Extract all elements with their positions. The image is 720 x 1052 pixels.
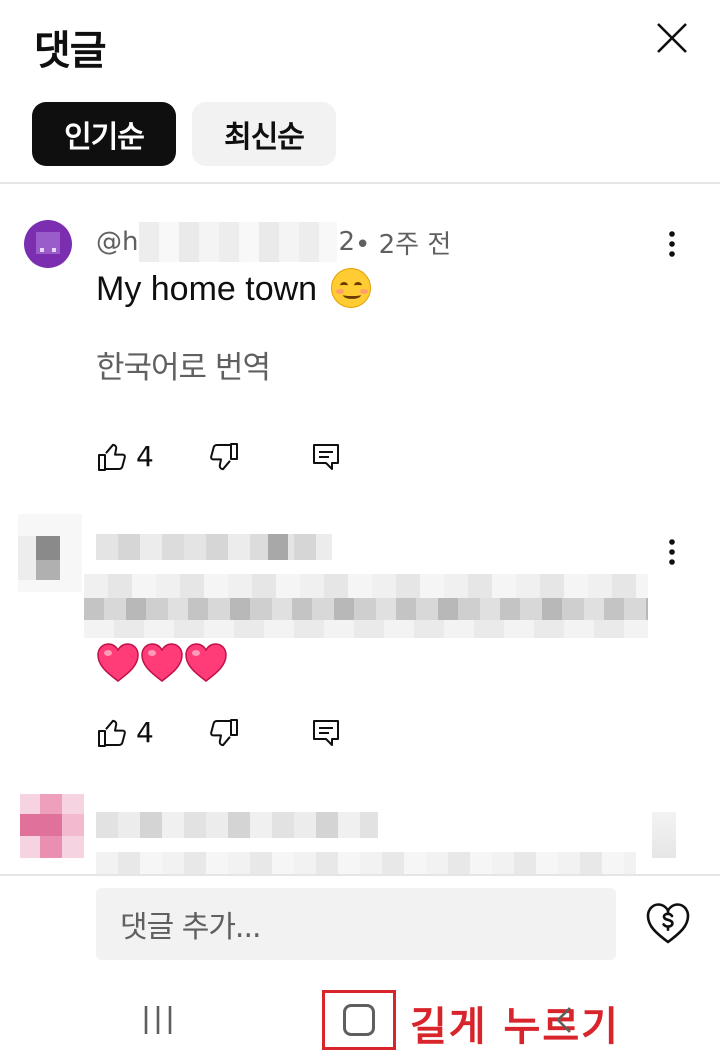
avatar[interactable] xyxy=(24,220,72,268)
reply-icon xyxy=(312,719,339,746)
close-button[interactable] xyxy=(652,18,692,58)
comment-author-suffix[interactable]: 2 xyxy=(338,227,355,257)
add-comment-input[interactable]: 댓글 추가... xyxy=(96,888,616,960)
redacted-handle xyxy=(96,534,332,560)
recent-apps-icon xyxy=(144,1006,172,1034)
back-button[interactable] xyxy=(552,1004,576,1036)
thumbs-down-icon xyxy=(209,442,238,470)
comment-actions: 4 xyxy=(96,440,342,473)
smiling-face-emoji xyxy=(330,268,371,308)
long-press-annotation: 길게 누르기 xyxy=(410,1004,620,1050)
thumbs-up-icon xyxy=(98,443,126,471)
heart-dollar-icon xyxy=(646,903,690,944)
heart-icon xyxy=(140,642,184,684)
redacted-handle xyxy=(96,812,378,838)
redacted-handle xyxy=(139,222,338,262)
comment-meta: @h 2 • 2주 전 xyxy=(96,222,452,262)
comment-body: My home town xyxy=(96,270,318,308)
comment-actions: 4 xyxy=(96,716,342,749)
redacted-avatar xyxy=(20,794,84,858)
redacted-comment-text xyxy=(84,574,648,638)
comment-author-prefix[interactable]: @h xyxy=(96,227,138,257)
panel-title: 댓글 xyxy=(34,28,107,74)
reply-button[interactable] xyxy=(310,717,342,749)
redacted-more xyxy=(652,812,676,858)
home-icon xyxy=(343,1004,375,1036)
redacted-avatar xyxy=(18,514,82,592)
dislike-button[interactable] xyxy=(208,441,240,473)
dislike-button[interactable] xyxy=(208,717,240,749)
like-count: 4 xyxy=(136,716,154,749)
reply-button[interactable] xyxy=(310,441,342,473)
like-button[interactable]: 4 xyxy=(96,440,154,473)
sort-chip-popular[interactable]: 인기순 xyxy=(32,102,176,166)
back-chevron-icon xyxy=(556,1007,571,1033)
comments-panel: 댓글 인기순 최신순 @h 2 • 2주 전 My home town 한국어로 … xyxy=(0,0,720,1052)
composer-divider xyxy=(0,874,720,876)
vertical-dots-icon xyxy=(669,539,675,565)
translate-link[interactable]: 한국어로 번역 xyxy=(96,342,271,387)
like-count: 4 xyxy=(136,440,154,473)
thumbs-down-icon xyxy=(209,718,238,746)
more-options-button[interactable] xyxy=(656,532,688,572)
header-divider xyxy=(0,182,720,184)
hearts-emoji xyxy=(96,642,228,684)
super-thanks-button[interactable] xyxy=(644,900,692,948)
redacted-comment-text xyxy=(96,852,636,874)
thumbs-up-icon xyxy=(98,719,126,747)
close-icon xyxy=(657,23,687,53)
recent-apps-button[interactable] xyxy=(140,1002,176,1038)
like-button[interactable]: 4 xyxy=(96,716,154,749)
reply-icon xyxy=(312,443,339,470)
comment-text: My home town xyxy=(96,268,371,309)
sort-chip-newest[interactable]: 최신순 xyxy=(192,102,336,166)
heart-icon xyxy=(96,642,140,684)
heart-icon xyxy=(184,642,228,684)
vertical-dots-icon xyxy=(669,231,675,257)
home-button[interactable] xyxy=(322,990,396,1050)
more-options-button[interactable] xyxy=(656,224,688,264)
comment-time: • 2주 전 xyxy=(355,229,452,260)
